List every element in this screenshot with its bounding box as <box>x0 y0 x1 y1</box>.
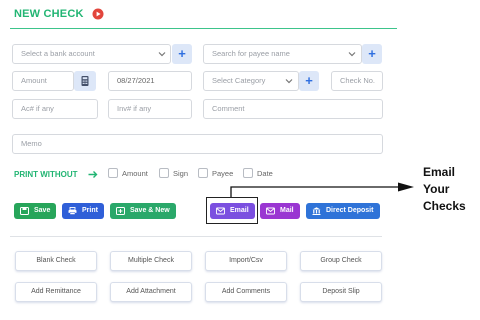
add-remittance-button[interactable]: Add Remittance <box>15 282 97 302</box>
envelope-icon <box>266 207 275 215</box>
amount-checkbox[interactable] <box>108 168 118 178</box>
mail-button[interactable]: Mail <box>260 203 300 219</box>
save-and-new-button[interactable]: Save & New <box>110 203 176 219</box>
add-payee-button[interactable]: + <box>362 44 382 64</box>
plus-square-icon <box>116 207 125 215</box>
sign-checkbox-label: Sign <box>173 169 189 178</box>
deposit-slip-button[interactable]: Deposit Slip <box>300 282 382 302</box>
check-number-placeholder: Check No. <box>340 76 376 85</box>
header-divider <box>10 28 397 29</box>
bank-account-placeholder: Select a bank account <box>21 49 95 58</box>
group-check-button[interactable]: Group Check <box>300 251 382 271</box>
import-csv-button[interactable]: Import/Csv <box>205 251 287 271</box>
play-circle-icon[interactable] <box>92 8 104 20</box>
bank-account-select[interactable]: Select a bank account <box>12 44 171 64</box>
account-number-field[interactable]: Ac# if any <box>12 99 98 119</box>
check-number-field[interactable]: Check No. <box>331 71 383 91</box>
callout-line-1: Email <box>423 165 456 179</box>
amount-placeholder: Amount <box>21 76 47 85</box>
bank-icon <box>312 207 321 215</box>
add-attachment-button[interactable]: Add Attachment <box>110 282 192 302</box>
date-checkbox-label: Date <box>257 169 273 178</box>
date-checkbox[interactable] <box>243 168 253 178</box>
printer-icon <box>68 207 77 215</box>
add-category-button[interactable]: + <box>299 71 319 91</box>
payee-checkbox-label: Payee <box>212 169 234 178</box>
invoice-number-placeholder: Inv# if any <box>117 104 152 113</box>
date-field[interactable]: 08/27/2021 <box>108 71 192 91</box>
page-title: NEW CHECK <box>14 8 84 20</box>
callout-arrow <box>230 182 414 197</box>
amount-checkbox-label: Amount <box>122 169 148 178</box>
payee-search-select[interactable]: Search for payee name <box>203 44 362 64</box>
email-highlight-frame <box>206 197 258 224</box>
save-icon <box>20 207 29 215</box>
print-button[interactable]: Print <box>62 203 104 219</box>
calculator-icon <box>81 76 89 86</box>
add-comments-button[interactable]: Add Comments <box>205 282 287 302</box>
multiple-check-button[interactable]: Multiple Check <box>110 251 192 271</box>
add-bank-account-button[interactable]: + <box>172 44 192 64</box>
callout-line-2: Your <box>423 182 450 196</box>
callout-line-3: Checks <box>423 199 466 213</box>
section-divider <box>10 236 382 237</box>
chevron-down-icon <box>348 52 356 57</box>
account-number-placeholder: Ac# if any <box>21 104 54 113</box>
memo-placeholder: Memo <box>21 139 42 148</box>
print-without-label: PRINT WITHOUT <box>14 170 78 179</box>
comment-placeholder: Comment <box>212 104 245 113</box>
payee-checkbox[interactable] <box>198 168 208 178</box>
direct-deposit-button[interactable]: Direct Deposit <box>306 203 380 219</box>
invoice-number-field[interactable]: Inv# if any <box>108 99 192 119</box>
memo-field[interactable]: Memo <box>12 134 383 154</box>
amount-field[interactable]: Amount <box>12 71 74 91</box>
chevron-down-icon <box>158 52 166 57</box>
category-placeholder: Select Category <box>212 76 266 85</box>
chevron-down-icon <box>285 79 293 84</box>
blank-check-button[interactable]: Blank Check <box>15 251 97 271</box>
comment-field[interactable]: Comment <box>203 99 383 119</box>
date-value: 08/27/2021 <box>117 76 155 85</box>
arrow-right-icon <box>88 171 98 178</box>
sign-checkbox[interactable] <box>159 168 169 178</box>
save-button[interactable]: Save <box>14 203 56 219</box>
payee-placeholder: Search for payee name <box>212 49 290 58</box>
calculator-button[interactable] <box>74 71 96 91</box>
